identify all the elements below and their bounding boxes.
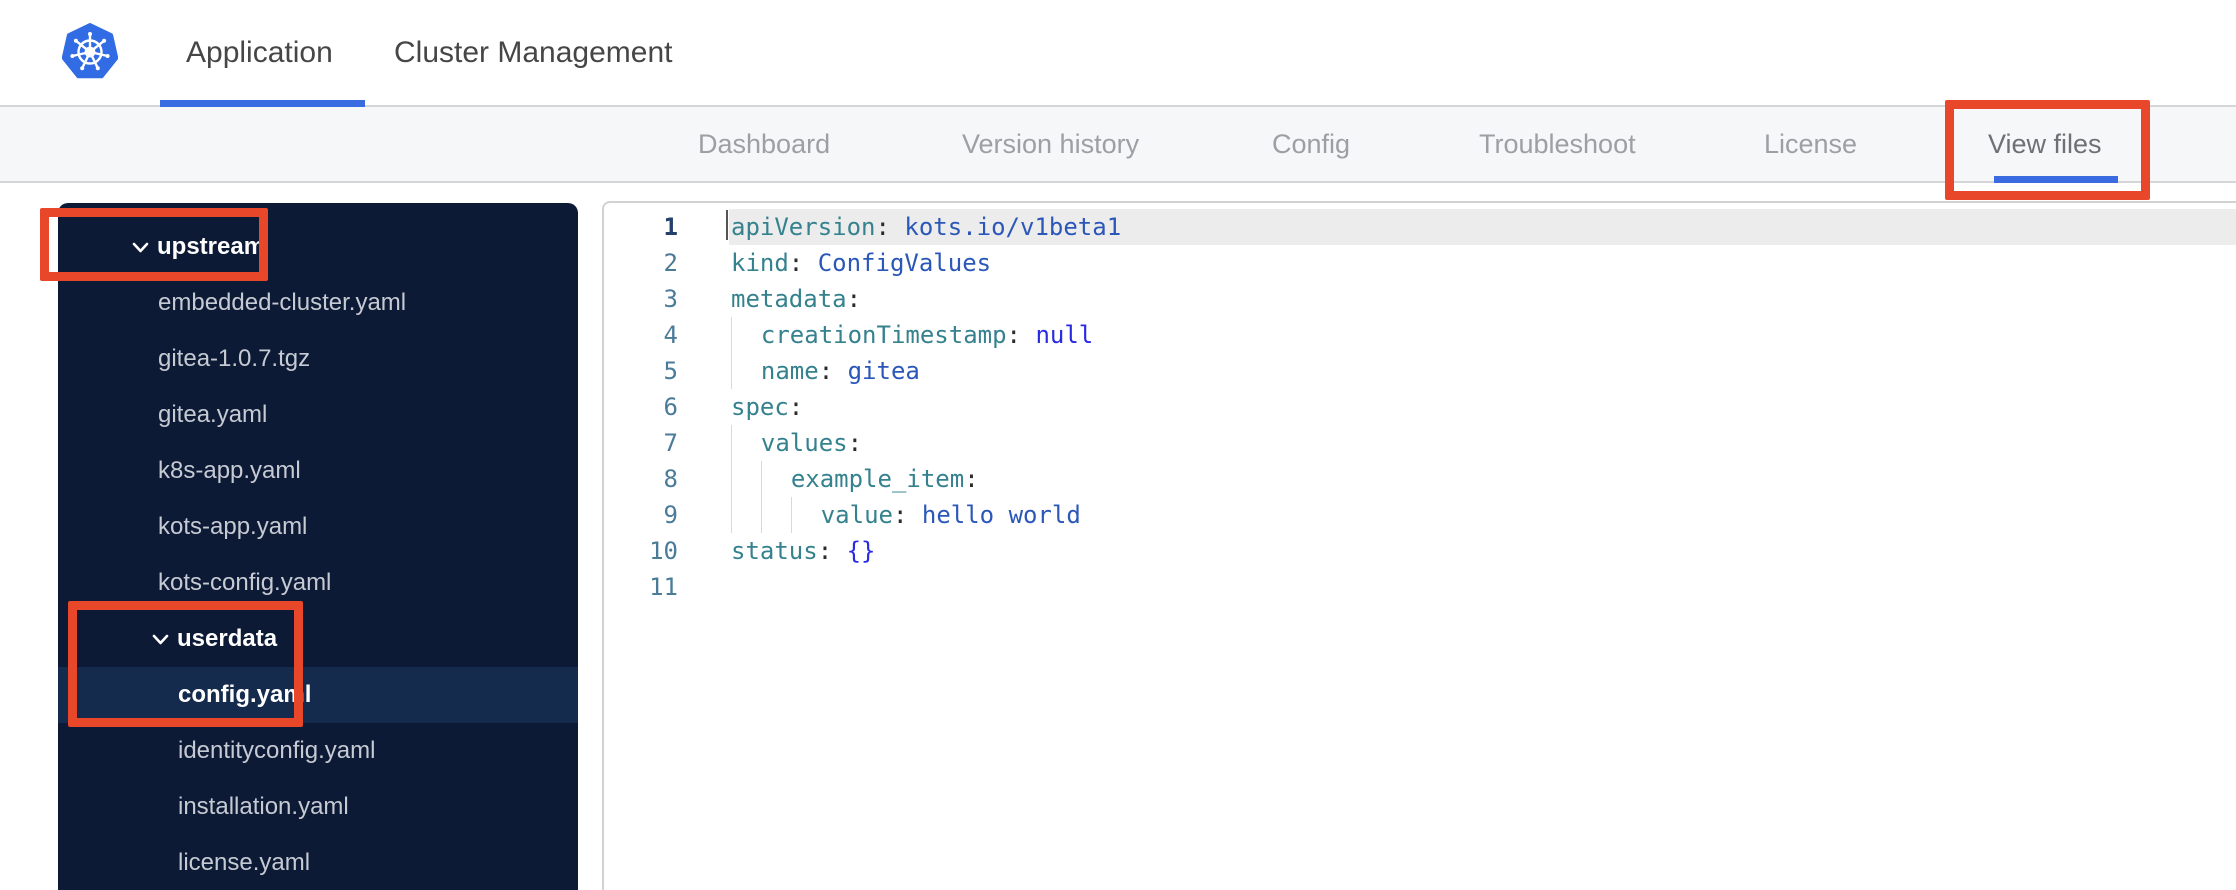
indent-guide (790, 497, 821, 533)
line-content: name: gitea (731, 353, 920, 389)
file-label: config.yaml (178, 681, 312, 708)
line-content: metadata: (731, 285, 862, 313)
subnav-tab-license[interactable]: License (1764, 107, 1857, 181)
code-line-8: 8 example_item: (604, 461, 2236, 497)
folder-label: upstream (157, 233, 266, 260)
primary-navbar: Application Cluster Management (0, 0, 2236, 107)
file-label: gitea-1.0.7.tgz (158, 345, 311, 372)
file-label: kots-app.yaml (158, 513, 308, 540)
view-files-underline (1994, 176, 2118, 183)
line-content: kind: ConfigValues (731, 249, 992, 277)
line-number: 2 (663, 249, 678, 277)
line-content: values: (731, 425, 862, 461)
kots-admin-console: Application Cluster Management Dashboard… (0, 0, 2236, 890)
indent-guide (731, 425, 761, 461)
line-content: creationTimestamp: null (731, 317, 1093, 353)
indent-guide (731, 353, 761, 389)
line-number: 9 (663, 501, 678, 529)
file-tree-item-embedded-cluster-yaml[interactable]: embedded-cluster.yaml (58, 275, 578, 331)
code-line-6: 6 spec: (604, 389, 2236, 425)
file-tree-item-installation-yaml[interactable]: installation.yaml (58, 779, 578, 835)
line-content: apiVersion: kots.io/v1beta1 (731, 213, 1122, 241)
kubernetes-logo-icon (62, 23, 118, 79)
indent-guide (760, 461, 791, 497)
file-label: kots-config.yaml (158, 569, 332, 596)
file-label: k8s-app.yaml (158, 457, 301, 484)
line-number: 6 (663, 393, 678, 421)
line-number: 7 (663, 429, 678, 457)
file-label: identityconfig.yaml (178, 737, 376, 764)
file-tree-item-kots-config-yaml[interactable]: kots-config.yaml (58, 555, 578, 611)
subnav-tab-troubleshoot[interactable]: Troubleshoot (1479, 107, 1636, 181)
file-tree-item-upstream[interactable]: upstream (58, 219, 578, 275)
code-line-9: 9 value: hello world (604, 497, 2236, 533)
subnav-tab-dashboard[interactable]: Dashboard (698, 107, 830, 181)
file-label: installation.yaml (178, 793, 349, 820)
file-tree-item-userdata[interactable]: userdata (58, 611, 578, 667)
indent-guide (760, 497, 791, 533)
line-number: 10 (649, 537, 678, 565)
file-tree-item-gitea-1-0-7-tgz[interactable]: gitea-1.0.7.tgz (58, 331, 578, 387)
line-content: spec: (731, 393, 804, 421)
line-content: status: {} (731, 537, 876, 565)
subnav-tab-view-files[interactable]: View files (1988, 107, 2102, 181)
file-tree-item-gitea-yaml[interactable]: gitea.yaml (58, 387, 578, 443)
indent-guide (731, 497, 761, 533)
yaml-file-viewer[interactable]: 1 apiVersion: kots.io/v1beta1 2 kind: Confi… (602, 201, 2236, 890)
file-label: license.yaml (178, 849, 311, 876)
indent-guide (731, 317, 761, 353)
subnav-tab-version-history[interactable]: Version history (962, 107, 1139, 181)
indent-guide (731, 461, 761, 497)
tab-cluster-management[interactable]: Cluster Management (394, 0, 672, 105)
chevron-down-icon (132, 242, 149, 252)
line-number: 1 (663, 213, 678, 241)
code-line-2: 2 kind: ConfigValues (604, 245, 2236, 281)
folder-label: userdata (177, 625, 278, 652)
line-number: 3 (663, 285, 678, 313)
file-tree-item-config-yaml[interactable]: config.yaml (58, 667, 578, 723)
code-line-10: 10 status: {} (604, 533, 2236, 569)
file-tree-item-k8s-app-yaml[interactable]: k8s-app.yaml (58, 443, 578, 499)
chevron-down-icon (152, 634, 169, 644)
code-line-4: 4 creationTimestamp: null (604, 317, 2236, 353)
file-tree-item-license-yaml[interactable]: license.yaml (58, 835, 578, 890)
code-line-7: 7 values: (604, 425, 2236, 461)
line-number: 4 (663, 321, 678, 349)
text-cursor (726, 210, 728, 240)
code-line-11: 11 (604, 569, 2236, 605)
file-tree-sidebar: upstream embedded-cluster.yaml gitea-1.0.7… (58, 203, 578, 890)
tab-application[interactable]: Application (186, 0, 333, 105)
line-number: 8 (663, 465, 678, 493)
code-line-3: 3 metadata: (604, 281, 2236, 317)
line-number: 11 (649, 573, 678, 601)
subnav-tab-config[interactable]: Config (1272, 107, 1350, 181)
app-subnav: Dashboard Version history Config Troublesho… (0, 107, 2236, 183)
code-line-5: 5 name: gitea (604, 353, 2236, 389)
active-tab-underline (160, 100, 365, 107)
file-label: embedded-cluster.yaml (158, 289, 407, 316)
line-content: example_item: (731, 461, 979, 497)
line-content: value: hello world (731, 497, 1081, 533)
file-tree-item-kots-app-yaml[interactable]: kots-app.yaml (58, 499, 578, 555)
file-tree-item-identityconfig-yaml[interactable]: identityconfig.yaml (58, 723, 578, 779)
file-label: gitea.yaml (158, 401, 268, 428)
line-number: 5 (663, 357, 678, 385)
code-line-1: 1 apiVersion: kots.io/v1beta1 (604, 209, 2236, 245)
